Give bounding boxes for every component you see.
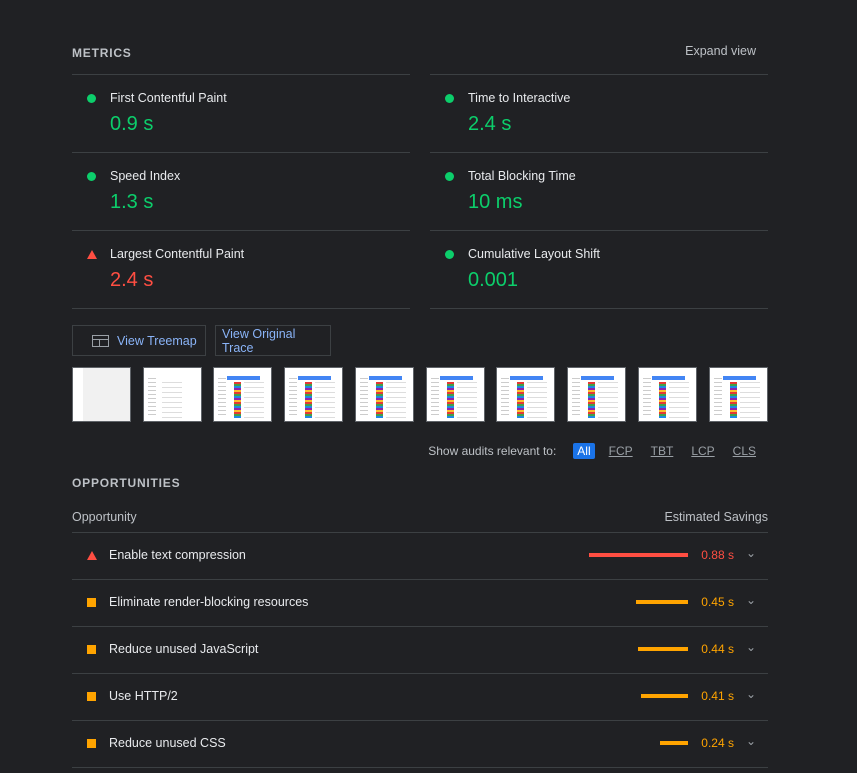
metric-label: Largest Contentful Paint xyxy=(110,247,245,261)
metric-speed-index: Speed Index 1.3 s xyxy=(72,152,410,230)
filmstrip xyxy=(72,367,768,423)
filmstrip-frame xyxy=(426,367,485,422)
metric-total-blocking-time: Total Blocking Time 10 ms xyxy=(430,152,768,230)
opportunity-label: Use HTTP/2 xyxy=(109,689,178,703)
pass-icon xyxy=(445,250,454,259)
view-treemap-button[interactable]: View Treemap xyxy=(72,325,206,356)
opportunity-row[interactable]: Eliminate render-blocking resources 0.45… xyxy=(72,580,768,627)
opportunity-label: Enable text compression xyxy=(109,548,246,562)
chevron-down-icon[interactable]: ⌄ xyxy=(746,734,756,748)
opportunities-column-header: Opportunity Estimated Savings xyxy=(72,510,768,533)
metric-value: 1.3 s xyxy=(110,191,154,213)
filmstrip-frame xyxy=(496,367,555,422)
divider xyxy=(430,308,768,309)
metric-label: Time to Interactive xyxy=(468,91,571,105)
pass-icon xyxy=(87,172,96,181)
filmstrip-frame xyxy=(709,367,768,422)
opportunity-row[interactable]: Reduce unused CSS 0.24 s ⌄ xyxy=(72,721,768,768)
metric-cumulative-layout-shift: Cumulative Layout Shift 0.001 xyxy=(430,230,768,308)
chevron-down-icon[interactable]: ⌄ xyxy=(746,593,756,607)
filmstrip-frame xyxy=(355,367,414,422)
view-treemap-label: View Treemap xyxy=(117,333,197,348)
opportunity-label: Reduce unused JavaScript xyxy=(109,642,259,656)
opportunities-title: OPPORTUNITIES xyxy=(72,476,181,490)
savings-value: 0.88 s xyxy=(701,548,734,562)
metric-label: Cumulative Layout Shift xyxy=(468,247,601,261)
filmstrip-frame xyxy=(638,367,697,422)
chevron-down-icon[interactable]: ⌄ xyxy=(746,546,756,560)
opportunity-row[interactable]: Enable text compression 0.88 s ⌄ xyxy=(72,533,768,580)
divider xyxy=(72,308,410,309)
metric-label: First Contentful Paint xyxy=(110,91,227,105)
metric-value: 2.4 s xyxy=(110,269,154,291)
metric-largest-contentful-paint: Largest Contentful Paint 2.4 s xyxy=(72,230,410,308)
metric-first-contentful-paint: First Contentful Paint 0.9 s xyxy=(72,74,410,152)
opportunity-label: Reduce unused CSS xyxy=(109,736,226,750)
average-square-icon xyxy=(87,692,96,701)
savings-bar xyxy=(641,694,688,698)
pass-icon xyxy=(445,94,454,103)
filmstrip-frame xyxy=(567,367,626,422)
column-estimated-savings: Estimated Savings xyxy=(664,510,768,524)
metrics-header: METRICS Expand view xyxy=(72,44,768,64)
savings-bar xyxy=(660,741,688,745)
savings-bar xyxy=(638,647,688,651)
opportunity-row[interactable]: Reduce unused JavaScript 0.44 s ⌄ xyxy=(72,627,768,674)
chevron-down-icon[interactable]: ⌄ xyxy=(746,640,756,654)
filter-chip-tbt[interactable]: TBT xyxy=(647,443,678,459)
filmstrip-frame xyxy=(72,367,131,422)
filmstrip-frame xyxy=(213,367,272,422)
savings-value: 0.44 s xyxy=(701,642,734,656)
view-trace-label: View Original Trace xyxy=(222,326,296,355)
savings-value: 0.45 s xyxy=(701,595,734,609)
filter-label: Show audits relevant to: xyxy=(428,444,557,458)
savings-value: 0.41 s xyxy=(701,689,734,703)
filter-chip-all[interactable]: All xyxy=(573,443,595,459)
opportunity-label: Eliminate render-blocking resources xyxy=(109,595,309,609)
metric-value: 0.9 s xyxy=(110,113,154,135)
filmstrip-frame xyxy=(284,367,343,422)
opportunities-list: Enable text compression 0.88 s ⌄ Elimina… xyxy=(72,533,768,768)
metrics-title: METRICS xyxy=(72,46,132,60)
filter-chip-lcp[interactable]: LCP xyxy=(687,443,718,459)
savings-bar xyxy=(636,600,688,604)
metric-value: 10 ms xyxy=(468,191,523,213)
savings-bar xyxy=(589,553,688,557)
filter-chip-fcp[interactable]: FCP xyxy=(605,443,637,459)
metric-value: 0.001 xyxy=(468,269,519,291)
view-original-trace-button[interactable]: View Original Trace xyxy=(215,325,331,356)
pass-icon xyxy=(445,172,454,181)
average-square-icon xyxy=(87,645,96,654)
metric-time-to-interactive: Time to Interactive 2.4 s xyxy=(430,74,768,152)
treemap-icon xyxy=(92,334,109,347)
audit-filter: Show audits relevant to: All FCP TBT LCP… xyxy=(428,443,765,459)
pass-icon xyxy=(87,94,96,103)
metric-label: Speed Index xyxy=(110,169,181,183)
average-square-icon xyxy=(87,598,96,607)
chevron-down-icon[interactable]: ⌄ xyxy=(746,687,756,701)
filmstrip-frame xyxy=(143,367,202,422)
filter-chip-cls[interactable]: CLS xyxy=(729,443,760,459)
metric-label: Total Blocking Time xyxy=(468,169,576,183)
fail-triangle-icon xyxy=(87,250,97,259)
fail-triangle-icon xyxy=(87,551,97,560)
column-opportunity: Opportunity xyxy=(72,510,137,524)
average-square-icon xyxy=(87,739,96,748)
savings-value: 0.24 s xyxy=(701,736,734,750)
metric-value: 2.4 s xyxy=(468,113,512,135)
opportunity-row[interactable]: Use HTTP/2 0.41 s ⌄ xyxy=(72,674,768,721)
expand-view-link[interactable]: Expand view xyxy=(685,44,756,58)
